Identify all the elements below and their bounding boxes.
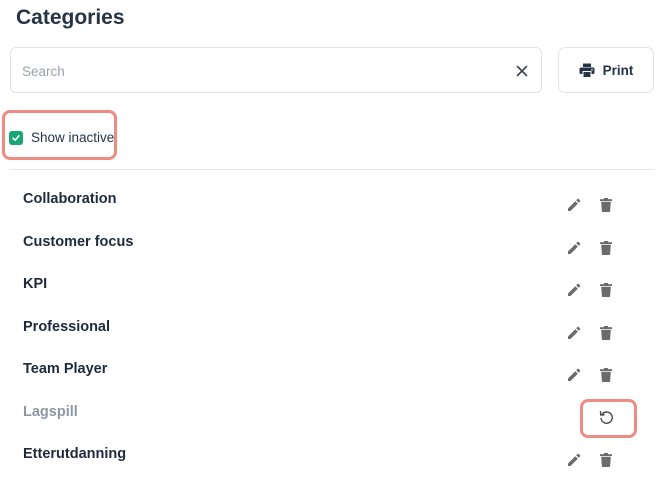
- pencil-icon: [568, 283, 581, 296]
- restore-button[interactable]: [597, 408, 615, 426]
- edit-button[interactable]: [565, 196, 583, 214]
- search-input[interactable]: [22, 59, 502, 83]
- category-row: KPI: [0, 255, 670, 297]
- edit-button[interactable]: [565, 451, 583, 469]
- delete-button[interactable]: [597, 451, 615, 469]
- trash-icon: [600, 241, 612, 255]
- category-name: Customer focus: [23, 234, 134, 250]
- delete-button[interactable]: [597, 196, 615, 214]
- category-name: Etterutdanning: [23, 446, 127, 462]
- pencil-icon: [568, 368, 581, 381]
- trash-icon: [600, 326, 612, 340]
- pencil-icon: [568, 198, 581, 211]
- print-button-label: Print: [602, 62, 634, 78]
- category-row: Team Player: [0, 340, 670, 382]
- trash-icon: [600, 283, 612, 297]
- category-row: Etterutdanning: [0, 425, 670, 467]
- category-row-inactive: Lagspill: [0, 383, 670, 425]
- edit-button[interactable]: [565, 281, 583, 299]
- clear-search-button[interactable]: [511, 60, 533, 82]
- trash-icon: [600, 198, 612, 212]
- page-title: Categories: [16, 6, 125, 29]
- category-name: Lagspill: [23, 404, 78, 420]
- print-button[interactable]: Print: [558, 47, 654, 93]
- category-row: Collaboration: [0, 170, 670, 212]
- category-name: KPI: [23, 276, 48, 292]
- printer-icon: [579, 63, 595, 78]
- delete-button[interactable]: [597, 281, 615, 299]
- checkmark-icon: [12, 134, 20, 141]
- category-name: Collaboration: [23, 191, 117, 207]
- show-inactive-label: Show inactive: [31, 130, 115, 145]
- delete-button[interactable]: [597, 366, 615, 384]
- edit-button[interactable]: [565, 366, 583, 384]
- show-inactive-checkbox[interactable]: [9, 130, 23, 145]
- pencil-icon: [568, 241, 581, 254]
- category-name: Professional: [23, 319, 111, 335]
- restore-icon: [599, 410, 613, 424]
- close-icon: [516, 65, 528, 77]
- pencil-icon: [568, 453, 581, 466]
- trash-icon: [600, 453, 612, 467]
- search-box: [10, 47, 542, 93]
- category-row: Professional: [0, 298, 670, 340]
- pencil-icon: [568, 326, 581, 339]
- show-inactive-toggle[interactable]: Show inactive: [9, 130, 114, 145]
- category-name: Team Player: [23, 361, 108, 377]
- trash-icon: [600, 368, 612, 382]
- category-row: Customer focus: [0, 213, 670, 255]
